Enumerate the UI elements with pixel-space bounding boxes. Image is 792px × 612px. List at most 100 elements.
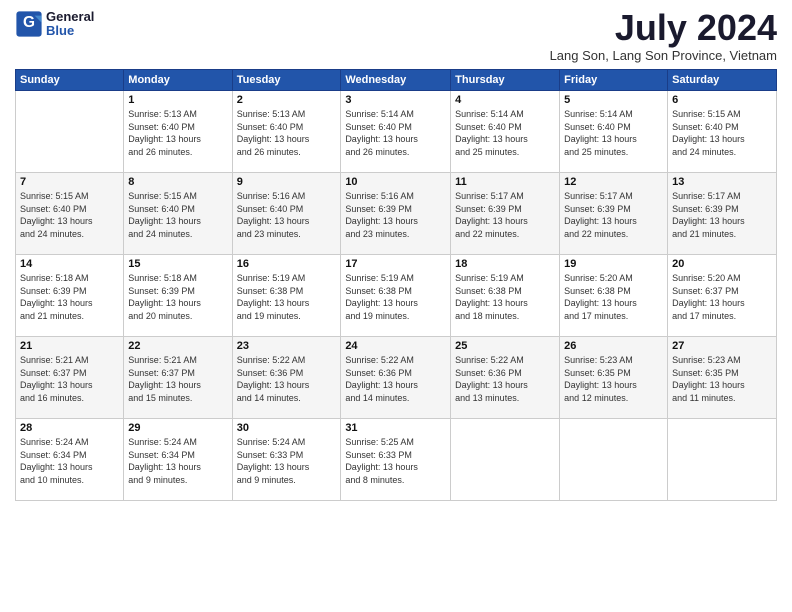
calendar-cell: 2Sunrise: 5:13 AMSunset: 6:40 PMDaylight… (232, 91, 341, 173)
calendar-cell: 7 Sunrise: 5:15 AMSunset: 6:40 PMDaylight… (16, 173, 124, 255)
day-number: 9 (237, 176, 337, 188)
day-info: Sunrise: 5:21 AMSunset: 6:37 PMDaylight:… (20, 354, 119, 404)
day-number: 15 (128, 258, 227, 270)
day-number: 27 (672, 340, 772, 352)
day-number: 19 (564, 258, 663, 270)
calendar-page: G General Blue July 2024 Lang Son, Lang … (0, 0, 792, 612)
day-info: Sunrise: 5:19 AMSunset: 6:38 PMDaylight:… (455, 272, 555, 322)
day-info: Sunrise: 5:17 AMSunset: 6:39 PMDaylight:… (564, 190, 663, 240)
day-info: Sunrise: 5:19 AMSunset: 6:38 PMDaylight:… (237, 272, 337, 322)
day-number: 18 (455, 258, 555, 270)
day-number: 11 (455, 176, 555, 188)
weekday-header-thursday: Thursday (451, 70, 560, 91)
weekday-header-sunday: Sunday (16, 70, 124, 91)
day-info: Sunrise: 5:24 AMSunset: 6:34 PMDaylight:… (20, 436, 119, 486)
calendar-cell: 16 Sunrise: 5:19 AMSunset: 6:38 PMDayligh… (232, 255, 341, 337)
day-number: 29 (128, 422, 227, 434)
day-number: 17 (345, 258, 446, 270)
calendar-cell (668, 419, 777, 501)
title-location: Lang Son, Lang Son Province, Vietnam (550, 48, 777, 63)
week-row-1: 1Sunrise: 5:13 AMSunset: 6:40 PMDaylight… (16, 91, 777, 173)
day-info: Sunrise: 5:18 AMSunset: 6:39 PMDaylight:… (20, 272, 119, 322)
calendar-cell: 26Sunrise: 5:23 AMSunset: 6:35 PMDayligh… (560, 337, 668, 419)
day-number: 7 (20, 176, 119, 188)
weekday-header-wednesday: Wednesday (341, 70, 451, 91)
calendar-cell: 20Sunrise: 5:20 AMSunset: 6:37 PMDayligh… (668, 255, 777, 337)
day-info: Sunrise: 5:19 AMSunset: 6:38 PMDaylight:… (345, 272, 446, 322)
day-number: 14 (20, 258, 119, 270)
calendar-table: SundayMondayTuesdayWednesdayThursdayFrid… (15, 69, 777, 501)
day-number: 8 (128, 176, 227, 188)
title-month: July 2024 (550, 10, 777, 46)
day-number: 31 (345, 422, 446, 434)
day-number: 6 (672, 94, 772, 106)
day-number: 24 (345, 340, 446, 352)
day-number: 5 (564, 94, 663, 106)
weekday-header-monday: Monday (124, 70, 232, 91)
calendar-cell: 25Sunrise: 5:22 AMSunset: 6:36 PMDayligh… (451, 337, 560, 419)
day-number: 26 (564, 340, 663, 352)
calendar-cell: 22 Sunrise: 5:21 AMSunset: 6:37 PMDayligh… (124, 337, 232, 419)
day-info: Sunrise: 5:15 AMSunset: 6:40 PMDaylight:… (128, 190, 227, 240)
calendar-cell: 31 Sunrise: 5:25 AMSunset: 6:33 PMDayligh… (341, 419, 451, 501)
calendar-cell: 24 Sunrise: 5:22 AMSunset: 6:36 PMDayligh… (341, 337, 451, 419)
calendar-cell: 8 Sunrise: 5:15 AMSunset: 6:40 PMDaylight… (124, 173, 232, 255)
day-info: Sunrise: 5:22 AMSunset: 6:36 PMDaylight:… (345, 354, 446, 404)
day-info: Sunrise: 5:22 AMSunset: 6:36 PMDaylight:… (237, 354, 337, 404)
calendar-cell: 9Sunrise: 5:16 AMSunset: 6:40 PMDaylight… (232, 173, 341, 255)
day-number: 22 (128, 340, 227, 352)
weekday-header-row: SundayMondayTuesdayWednesdayThursdayFrid… (16, 70, 777, 91)
logo-blue: Blue (46, 24, 94, 38)
logo-icon: G (15, 10, 43, 38)
calendar-cell: 15Sunrise: 5:18 AMSunset: 6:39 PMDayligh… (124, 255, 232, 337)
header: G General Blue July 2024 Lang Son, Lang … (15, 10, 777, 63)
week-row-2: 7 Sunrise: 5:15 AMSunset: 6:40 PMDaylight… (16, 173, 777, 255)
day-info: Sunrise: 5:20 AMSunset: 6:37 PMDaylight:… (672, 272, 772, 322)
calendar-cell: 10 Sunrise: 5:16 AMSunset: 6:39 PMDayligh… (341, 173, 451, 255)
calendar-cell: 18 Sunrise: 5:19 AMSunset: 6:38 PMDayligh… (451, 255, 560, 337)
day-number: 10 (345, 176, 446, 188)
svg-text:G: G (23, 14, 35, 31)
day-number: 3 (345, 94, 446, 106)
calendar-cell: 23 Sunrise: 5:22 AMSunset: 6:36 PMDayligh… (232, 337, 341, 419)
calendar-cell: 29 Sunrise: 5:24 AMSunset: 6:34 PMDayligh… (124, 419, 232, 501)
day-number: 23 (237, 340, 337, 352)
day-info: Sunrise: 5:22 AMSunset: 6:36 PMDaylight:… (455, 354, 555, 404)
day-info: Sunrise: 5:21 AMSunset: 6:37 PMDaylight:… (128, 354, 227, 404)
day-number: 16 (237, 258, 337, 270)
calendar-cell: 6Sunrise: 5:15 AMSunset: 6:40 PMDaylight… (668, 91, 777, 173)
day-number: 28 (20, 422, 119, 434)
calendar-cell: 5 Sunrise: 5:14 AMSunset: 6:40 PMDaylight… (560, 91, 668, 173)
day-number: 12 (564, 176, 663, 188)
weekday-header-saturday: Saturday (668, 70, 777, 91)
calendar-cell: 17 Sunrise: 5:19 AMSunset: 6:38 PMDayligh… (341, 255, 451, 337)
day-info: Sunrise: 5:14 AMSunset: 6:40 PMDaylight:… (345, 108, 446, 158)
day-number: 30 (237, 422, 337, 434)
logo: G General Blue (15, 10, 94, 39)
day-number: 21 (20, 340, 119, 352)
calendar-cell: 14 Sunrise: 5:18 AMSunset: 6:39 PMDayligh… (16, 255, 124, 337)
day-info: Sunrise: 5:13 AMSunset: 6:40 PMDaylight:… (237, 108, 337, 158)
day-info: Sunrise: 5:16 AMSunset: 6:39 PMDaylight:… (345, 190, 446, 240)
calendar-cell: 3 Sunrise: 5:14 AMSunset: 6:40 PMDaylight… (341, 91, 451, 173)
day-number: 13 (672, 176, 772, 188)
day-info: Sunrise: 5:17 AMSunset: 6:39 PMDaylight:… (455, 190, 555, 240)
day-info: Sunrise: 5:24 AMSunset: 6:34 PMDaylight:… (128, 436, 227, 486)
logo-general: General (46, 10, 94, 24)
day-number: 4 (455, 94, 555, 106)
calendar-cell: 11 Sunrise: 5:17 AMSunset: 6:39 PMDayligh… (451, 173, 560, 255)
week-row-3: 14 Sunrise: 5:18 AMSunset: 6:39 PMDayligh… (16, 255, 777, 337)
day-info: Sunrise: 5:13 AMSunset: 6:40 PMDaylight:… (128, 108, 227, 158)
day-info: Sunrise: 5:14 AMSunset: 6:40 PMDaylight:… (564, 108, 663, 158)
day-info: Sunrise: 5:25 AMSunset: 6:33 PMDaylight:… (345, 436, 446, 486)
calendar-cell: 21 Sunrise: 5:21 AMSunset: 6:37 PMDayligh… (16, 337, 124, 419)
calendar-cell (451, 419, 560, 501)
week-row-5: 28 Sunrise: 5:24 AMSunset: 6:34 PMDayligh… (16, 419, 777, 501)
calendar-cell: 19Sunrise: 5:20 AMSunset: 6:38 PMDayligh… (560, 255, 668, 337)
day-info: Sunrise: 5:17 AMSunset: 6:39 PMDaylight:… (672, 190, 772, 240)
week-row-4: 21 Sunrise: 5:21 AMSunset: 6:37 PMDayligh… (16, 337, 777, 419)
calendar-cell (560, 419, 668, 501)
day-info: Sunrise: 5:23 AMSunset: 6:35 PMDaylight:… (672, 354, 772, 404)
day-info: Sunrise: 5:15 AMSunset: 6:40 PMDaylight:… (20, 190, 119, 240)
weekday-header-friday: Friday (560, 70, 668, 91)
